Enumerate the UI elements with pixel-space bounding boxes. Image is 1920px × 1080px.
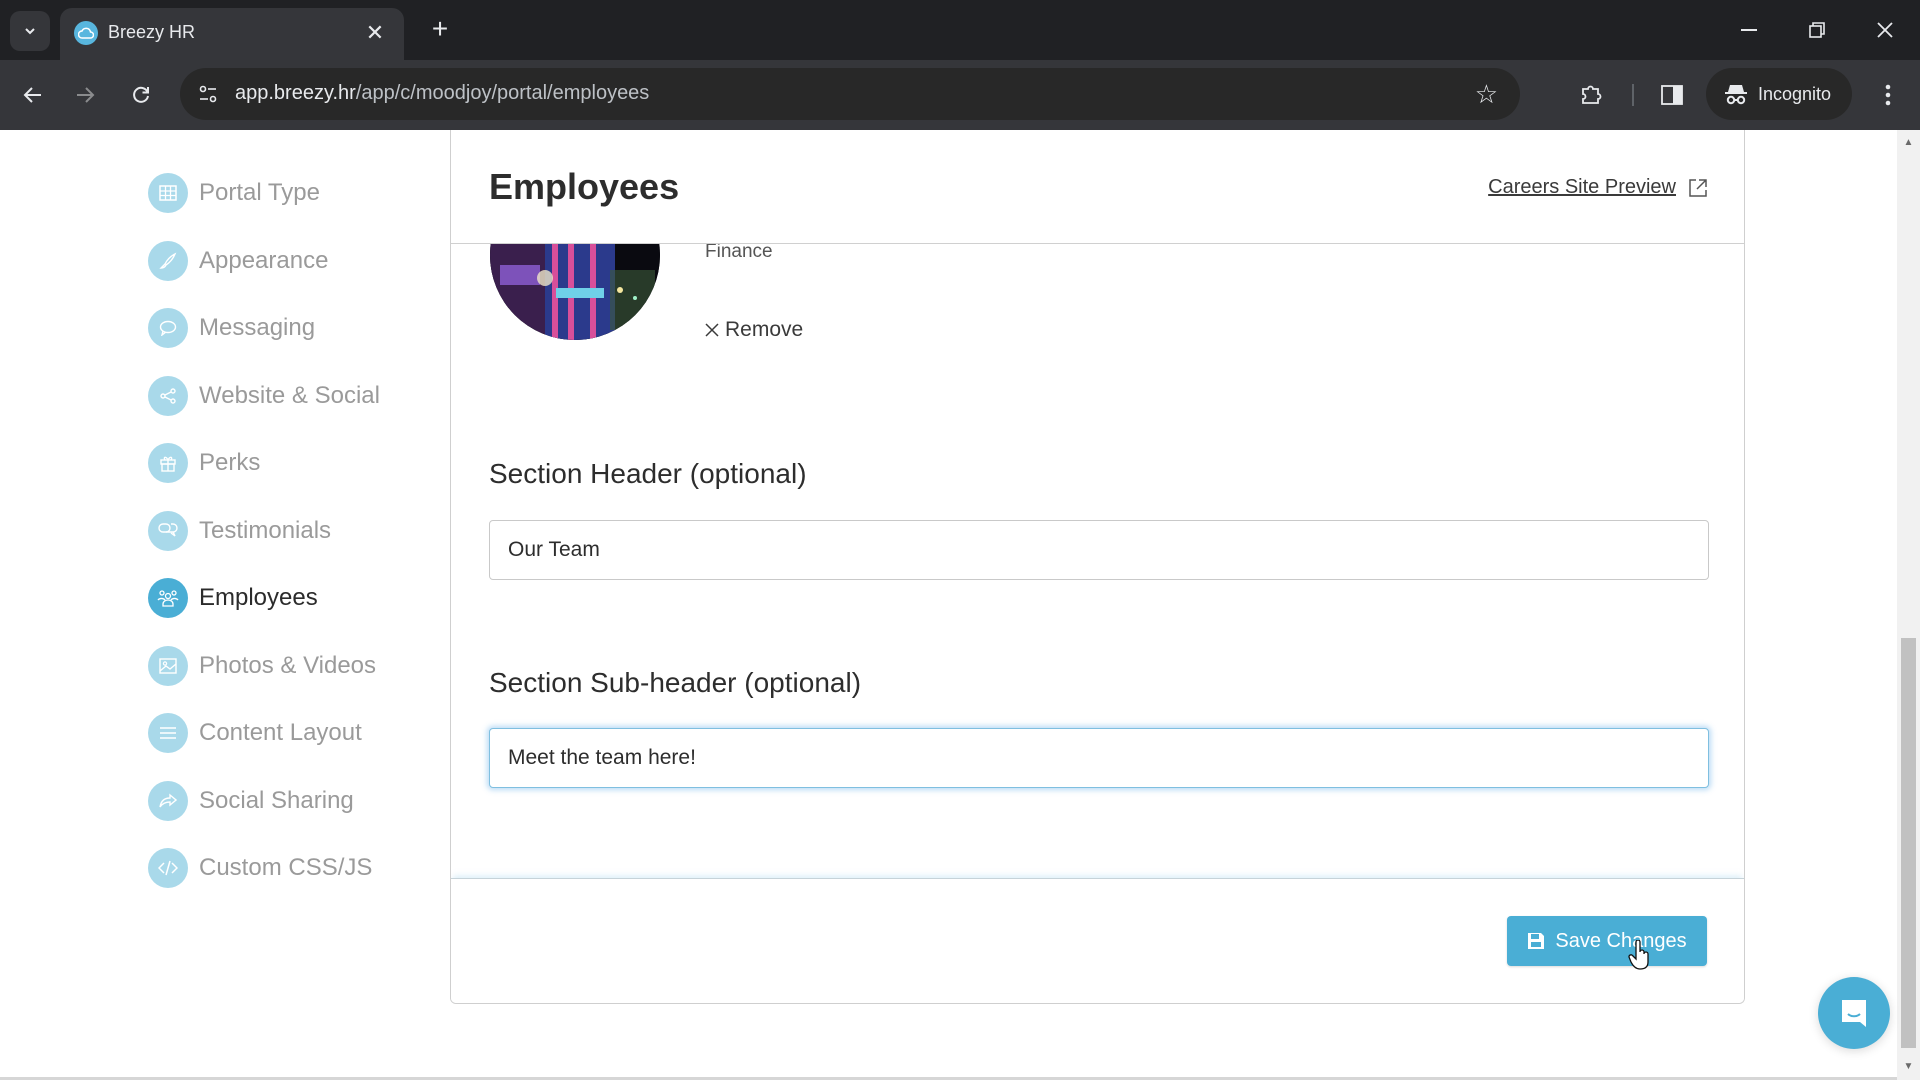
incognito-icon [1725,85,1747,105]
sidebar-item-label: Perks [199,449,261,476]
sidebar-item-label: Appearance [199,247,329,274]
browser-toolbar: app.breezy.hr/app/c/moodjoy/portal/emplo… [0,60,1920,130]
new-tab-button[interactable]: + [424,13,456,45]
sidebar-item-website-social[interactable]: Website & Social [148,374,380,418]
sidebar-item-label: Website & Social [199,382,380,409]
sidebar-item-label: Social Sharing [199,787,354,814]
sidebar-item-employees[interactable]: Employees [148,576,318,620]
sidebar-item-label: Portal Type [199,179,320,206]
floppy-disk-icon [1528,933,1545,949]
browser-tab-bar: Breezy HR ✕ + [0,0,1920,60]
window-close-icon[interactable] [1862,12,1908,48]
people-icon [148,578,188,618]
sidebar-item-label: Content Layout [199,719,362,746]
scroll-up-arrow-icon[interactable]: ▲ [1897,132,1920,152]
chevron-down-icon [25,28,35,35]
bookmark-star-icon[interactable]: ☆ [1475,80,1498,108]
page-scrollbar[interactable]: ▲ ▼ [1897,130,1920,1080]
image-icon [148,646,188,686]
lines-icon [148,713,188,753]
sidebar-item-photos-videos[interactable]: Photos & Videos [148,644,376,688]
tab-search-button[interactable] [10,11,50,51]
chat-bubbles-icon [148,511,188,551]
sidebar-item-custom-css-js[interactable]: Custom CSS/JS [148,846,372,890]
sidebar-item-appearance[interactable]: Appearance [148,239,328,283]
restore-icon[interactable] [1794,12,1840,48]
panel-header: Employees Careers Site Preview [451,130,1744,244]
url-text: app.breezy.hr/app/c/moodjoy/portal/emplo… [235,82,649,105]
forward-share-icon [148,781,188,821]
code-icon [148,848,188,888]
forward-arrow-icon[interactable] [66,76,104,114]
section-subheader-label: Section Sub-header (optional) [489,667,862,698]
save-changes-label: Save Changes [1555,929,1687,952]
speech-bubble-icon [148,308,188,348]
incognito-label: Incognito [1758,83,1832,104]
reload-icon[interactable] [122,76,160,114]
page-content: Portal Type Appearance Messaging Website… [0,130,1897,1080]
sidebar-item-label: Employees [199,584,318,611]
side-panel-icon[interactable] [1653,76,1691,114]
careers-site-preview-link[interactable]: Careers Site Preview [1488,176,1708,199]
preview-link-label: Careers Site Preview [1488,176,1676,198]
grid-icon [148,173,188,213]
sidebar-item-social-sharing[interactable]: Social Sharing [148,779,354,823]
address-bar[interactable]: app.breezy.hr/app/c/moodjoy/portal/emplo… [180,68,1520,120]
tab-close-icon[interactable]: ✕ [360,18,390,48]
tab-title: Breezy HR [108,22,196,42]
external-link-icon [1689,178,1707,197]
remove-employee-button[interactable]: Remove [705,318,803,342]
url-path: /app/c/moodjoy/portal/employees [355,82,650,104]
close-icon [705,323,719,337]
extensions-puzzle-icon[interactable] [1572,76,1610,114]
browser-menu-icon[interactable] [1870,76,1906,114]
site-settings-icon[interactable] [194,80,222,108]
sidebar-item-portal-type[interactable]: Portal Type [148,171,320,215]
sidebar-item-content-layout[interactable]: Content Layout [148,711,362,755]
sidebar-item-label: Custom CSS/JS [199,854,373,881]
section-header-input[interactable] [489,520,1709,580]
page-title: Employees [489,166,680,207]
sidebar-item-perks[interactable]: Perks [148,441,260,485]
sidebar-item-label: Messaging [199,314,316,341]
employee-department: Finance [705,241,773,262]
panel-footer: Save Changes [451,878,1744,1003]
section-header-label: Section Header (optional) [489,458,807,489]
section-subheader-input[interactable] [489,728,1709,788]
toolbar-separator [1632,84,1634,106]
url-host: app.breezy.hr [235,82,356,104]
incognito-indicator[interactable]: Incognito [1706,68,1852,120]
support-chat-button[interactable] [1818,977,1890,1049]
sidebar-item-messaging[interactable]: Messaging [148,306,315,350]
minimize-icon[interactable] [1726,12,1772,48]
breezy-favicon-icon [74,21,98,45]
scroll-down-arrow-icon[interactable]: ▼ [1897,1056,1920,1076]
sidebar-item-label: Photos & Videos [199,652,377,679]
brush-icon [148,241,188,281]
gift-icon [148,443,188,483]
sidebar-item-testimonials[interactable]: Testimonials [148,509,331,553]
scrollbar-thumb[interactable] [1901,638,1916,1048]
save-changes-button[interactable]: Save Changes [1507,916,1707,966]
chat-icon [1842,1000,1866,1027]
browser-tab[interactable]: Breezy HR ✕ [60,8,404,60]
employees-settings-panel: Employees Careers Site Preview Finance R… [450,130,1745,1004]
back-arrow-icon[interactable] [14,76,52,114]
remove-label: Remove [725,318,804,341]
sidebar-item-label: Testimonials [199,517,332,544]
share-icon [148,376,188,416]
